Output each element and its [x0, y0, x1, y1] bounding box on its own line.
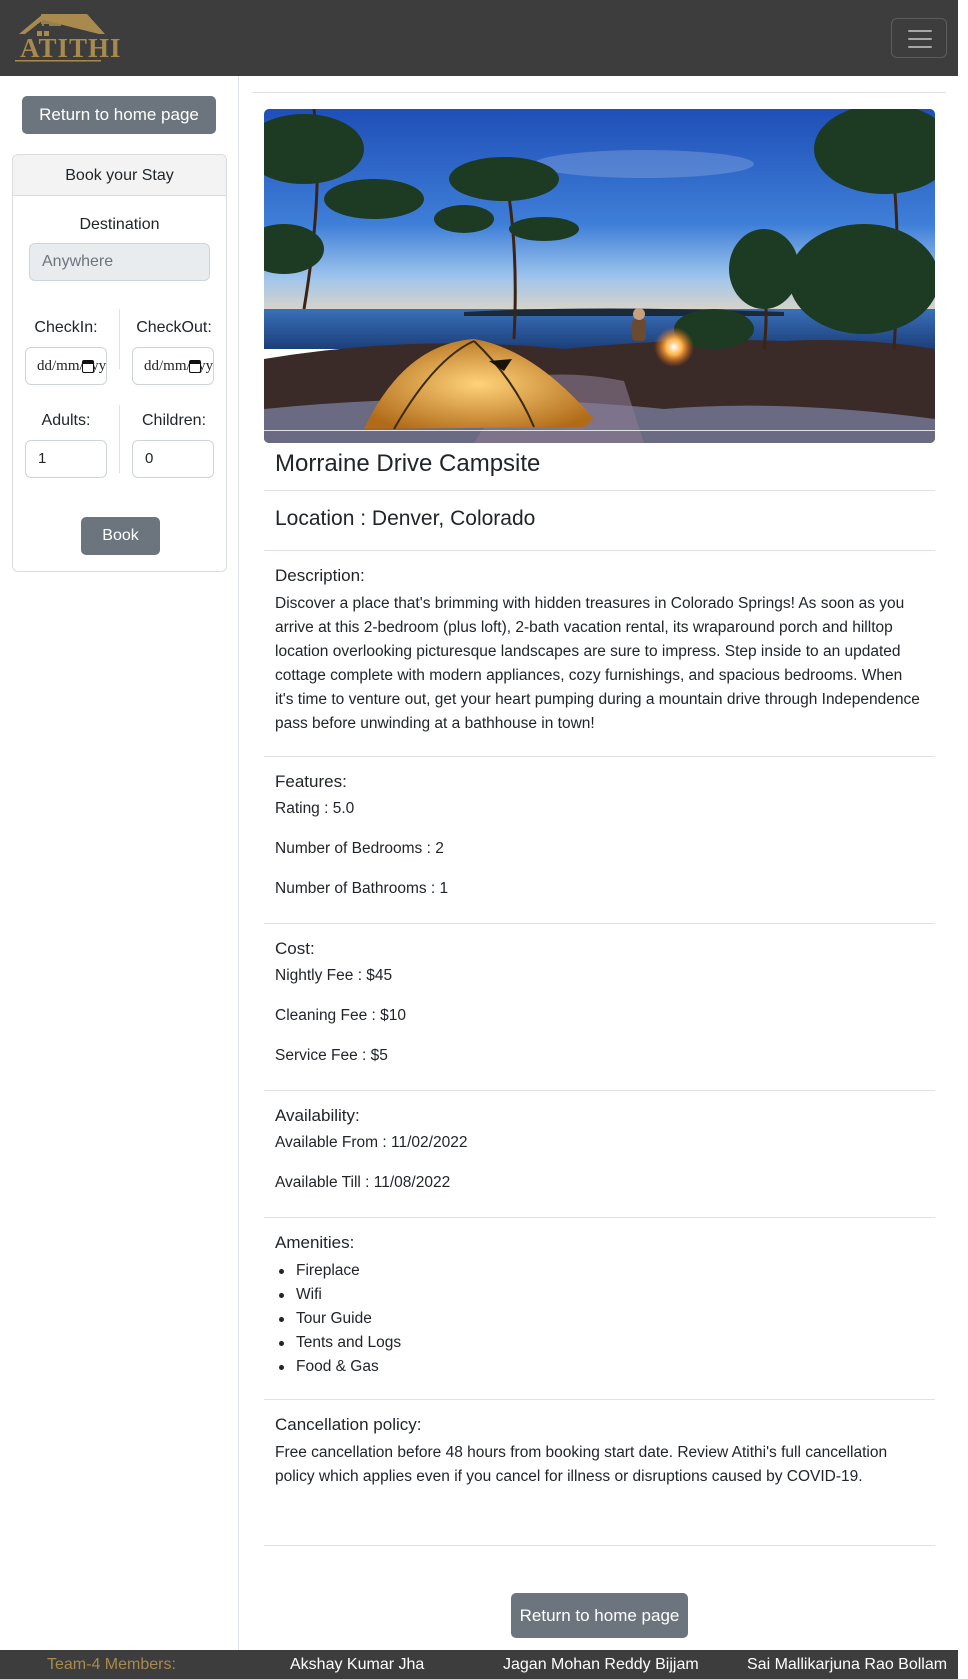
- amenities-heading: Amenities:: [275, 1233, 355, 1252]
- team-member: Sai Mallikarjuna Rao Bollam: [747, 1656, 948, 1673]
- listing-title: Morraine Drive Campsite: [275, 450, 541, 477]
- cancellation-section: Cancellation policy: Free cancellation b…: [264, 1399, 935, 1545]
- navbar-toggle-button[interactable]: [891, 18, 947, 58]
- list-item: Tour Guide: [279, 1307, 935, 1331]
- divider: [264, 1545, 935, 1546]
- navbar: ATITHI: [0, 0, 958, 76]
- feature-bathrooms: Number of Bathrooms : 1: [275, 880, 449, 897]
- list-item: Food & Gas: [279, 1355, 935, 1379]
- destination-label: Destination: [79, 216, 160, 233]
- hamburger-menu-icon: [908, 30, 932, 32]
- divider: [252, 92, 946, 93]
- feature-bedrooms: Number of Bedrooms : 2: [275, 840, 444, 857]
- listing-title-section: Morraine Drive Campsite: [264, 430, 935, 490]
- features-section: Features: Rating : 5.0 Number of Bedroom…: [264, 756, 935, 923]
- checkout-date-value: dd/mm/yyyy: [144, 358, 214, 374]
- adults-input[interactable]: 1: [25, 440, 107, 478]
- amenities-section: Amenities: Fireplace Wifi Tour Guide Ten…: [264, 1217, 935, 1399]
- cost-heading: Cost:: [275, 939, 315, 958]
- book-button[interactable]: Book: [81, 517, 160, 555]
- footer: Team-4 Members: Akshay Kumar Jha Jagan M…: [0, 1650, 958, 1679]
- checkout-date-input[interactable]: dd/mm/yyyy: [132, 347, 214, 385]
- logo-text: ATITHI: [20, 33, 122, 63]
- divider: [119, 309, 120, 369]
- checkin-date-input[interactable]: dd/mm/yyyy: [25, 347, 107, 385]
- calendar-icon[interactable]: [189, 360, 201, 373]
- listing-location: Location : Denver, Colorado: [275, 507, 536, 530]
- cost-nightly-fee: Nightly Fee : $45: [275, 967, 393, 984]
- description-section: Description: Discover a place that's bri…: [264, 550, 935, 756]
- return-home-button-sidebar[interactable]: Return to home page: [22, 96, 216, 134]
- calendar-icon[interactable]: [82, 360, 94, 373]
- description-heading: Description:: [275, 566, 365, 585]
- checkin-date-value: dd/mm/yyyy: [37, 358, 107, 374]
- booking-card-header: Book your Stay: [13, 155, 226, 196]
- listing-photo: [264, 109, 935, 443]
- atithi-logo[interactable]: ATITHI: [13, 12, 121, 64]
- amenities-list: Fireplace Wifi Tour Guide Tents and Logs…: [264, 1253, 935, 1379]
- team-member: Akshay Kumar Jha: [290, 1656, 425, 1673]
- description-text: Discover a place that's brimming with hi…: [275, 595, 920, 732]
- list-item: Wifi: [279, 1283, 935, 1307]
- available-till: Available Till : 11/08/2022: [275, 1174, 451, 1191]
- list-item: Tents and Logs: [279, 1331, 935, 1355]
- cost-service-fee: Service Fee : $5: [275, 1047, 388, 1064]
- listing-location-section: Location : Denver, Colorado: [264, 490, 935, 550]
- cancellation-heading: Cancellation policy:: [275, 1415, 422, 1434]
- destination-input[interactable]: [29, 243, 210, 281]
- children-label: Children:: [141, 412, 207, 429]
- features-heading: Features:: [275, 772, 347, 791]
- cost-section: Cost: Nightly Fee : $45 Cleaning Fee : $…: [264, 923, 935, 1090]
- return-home-button-main[interactable]: Return to home page: [511, 1593, 688, 1638]
- list-item: Fireplace: [279, 1259, 935, 1283]
- feature-rating: Rating : 5.0: [275, 800, 355, 817]
- availability-section: Availability: Available From : 11/02/202…: [264, 1090, 935, 1217]
- cost-cleaning-fee: Cleaning Fee : $10: [275, 1007, 406, 1024]
- available-from: Available From : 11/02/2022: [275, 1134, 468, 1151]
- adults-label: Adults:: [41, 412, 91, 429]
- team-member: Jagan Mohan Reddy Bijjam: [503, 1656, 699, 1673]
- sidebar: Return to home page Book your Stay Desti…: [0, 76, 239, 1650]
- team-label: Team-4 Members:: [47, 1656, 176, 1673]
- children-input[interactable]: 0: [132, 440, 214, 478]
- booking-card: Book your Stay Destination CheckIn: Chec…: [12, 154, 227, 572]
- checkin-label: CheckIn:: [34, 319, 98, 336]
- checkout-label: CheckOut:: [136, 319, 212, 336]
- availability-heading: Availability:: [275, 1106, 360, 1125]
- cancellation-text: Free cancellation before 48 hours from b…: [275, 1444, 888, 1485]
